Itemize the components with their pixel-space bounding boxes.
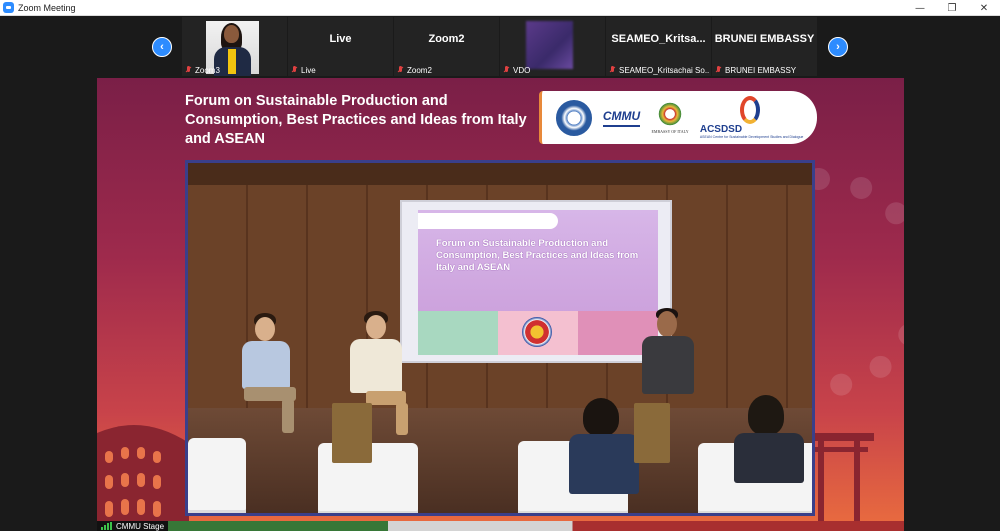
previous-page-button[interactable]: ‹ (152, 37, 172, 57)
university-seal-logo (555, 99, 592, 136)
audience-chair (188, 438, 246, 513)
acsdsd-swirl-icon (740, 96, 761, 124)
restore-button[interactable]: ❐ (936, 0, 968, 16)
signal-strength-icon (101, 522, 113, 530)
participant-label: Live (291, 65, 316, 75)
participant-name: Zoom2 (428, 33, 465, 45)
italy-emblem-icon (657, 101, 684, 127)
side-table (332, 403, 372, 463)
cmmu-logo: CMMU (602, 109, 641, 127)
participant-label: Zoom3 (185, 65, 220, 75)
active-speaker-label: CMMU Stage (97, 521, 169, 531)
participant-video (526, 21, 573, 69)
zoom-app-icon (3, 2, 14, 13)
mic-muted-icon (397, 66, 404, 74)
forum-title: Forum on Sustainable Production and Cons… (185, 93, 527, 147)
mic-muted-icon (609, 66, 616, 74)
participant-tile[interactable]: Zoom3 (182, 17, 287, 76)
next-page-button[interactable]: › (828, 37, 848, 57)
mic-muted-icon (503, 66, 510, 74)
window-titlebar: Zoom Meeting — ❐ ✕ (0, 0, 1000, 16)
participant-strip: ‹ Zoom3 Live Live Zoom2 Zoom2 VDO SEAMEO… (0, 16, 1000, 76)
participant-tile[interactable]: Zoom2 Zoom2 (394, 17, 499, 76)
bottom-accent-bar (97, 521, 904, 531)
participant-name: SEAMEO_Kritsa... (611, 33, 706, 45)
colosseum-icon (97, 425, 189, 523)
main-video-stage[interactable]: Forum on Sustainable Production and Cons… (97, 78, 904, 523)
slide-title: Forum on Sustainable Production and Cons… (436, 238, 639, 273)
participant-tile[interactable]: Live Live (288, 17, 393, 76)
participant-tile[interactable]: SEAMEO_Kritsa... SEAMEO_Kritsachai So... (606, 17, 711, 76)
side-table (634, 403, 670, 463)
mic-muted-icon (291, 66, 298, 74)
acsdsd-logo: ACSDSD ASEAN Centre for Sustainable Deve… (700, 96, 803, 139)
sponsor-logos: CMMU EMBASSY OF ITALY ACSDSD ASEAN Centr… (539, 91, 817, 144)
window-title: Zoom Meeting (18, 2, 76, 13)
participant-label: VDO (503, 65, 530, 75)
mic-muted-icon (715, 66, 722, 74)
participant-name: Live (329, 33, 352, 45)
participant-name: BRUNEI EMBASSY (714, 33, 815, 45)
participant-label: SEAMEO_Kritsachai So... (609, 65, 709, 75)
window-controls: — ❐ ✕ (904, 0, 1000, 16)
mic-muted-icon (185, 66, 192, 74)
close-button[interactable]: ✕ (968, 0, 1000, 16)
embassy-logo: EMBASSY OF ITALY (651, 101, 689, 134)
presentation-slide: Forum on Sustainable Production and Cons… (418, 210, 658, 355)
participant-tile[interactable]: VDO (500, 17, 605, 76)
speaker-video: Forum on Sustainable Production and Cons… (185, 160, 815, 516)
participant-label: Zoom2 (397, 65, 432, 75)
minimize-button[interactable]: — (904, 0, 936, 16)
asean-logo-icon (522, 317, 552, 347)
participant-label: BRUNEI EMBASSY (715, 65, 796, 75)
projector-screen: Forum on Sustainable Production and Cons… (400, 200, 672, 363)
participant-tile[interactable]: BRUNEI EMBASSY BRUNEI EMBASSY (712, 17, 817, 76)
